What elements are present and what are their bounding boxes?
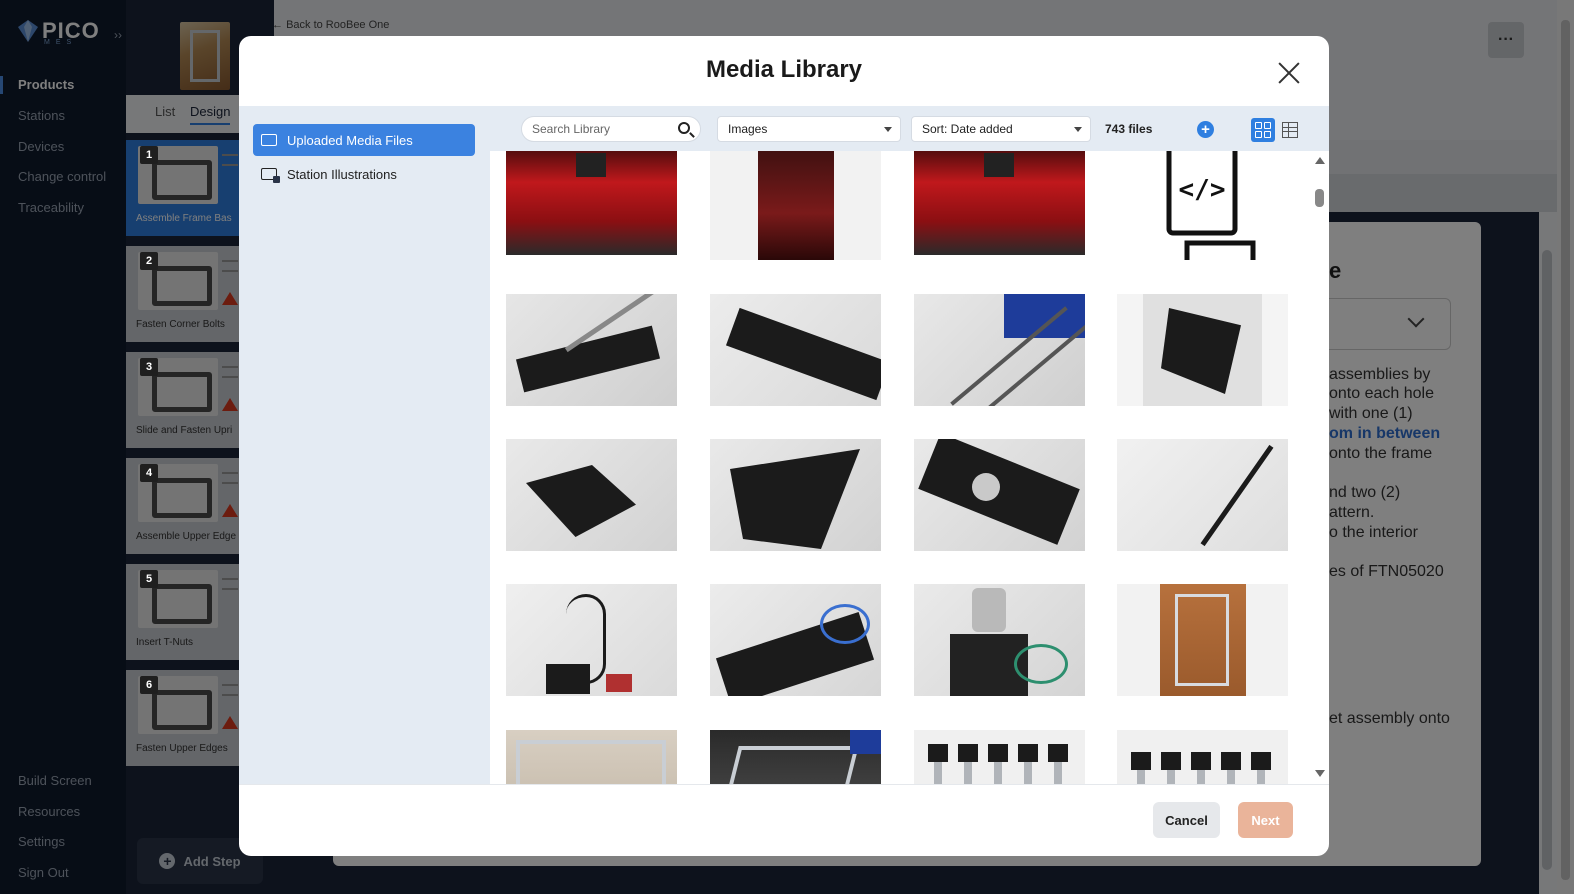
caret-down-icon bbox=[1074, 127, 1082, 132]
folder-image-icon bbox=[261, 168, 280, 183]
scroll-up-icon[interactable] bbox=[1315, 157, 1325, 164]
step-number: 2 bbox=[140, 252, 158, 270]
table-view-icon[interactable] bbox=[1278, 118, 1302, 142]
media-tile[interactable] bbox=[506, 151, 677, 255]
media-tile[interactable] bbox=[1117, 584, 1288, 696]
media-tile[interactable] bbox=[914, 730, 1085, 784]
grid-view-icon[interactable] bbox=[1251, 118, 1275, 142]
media-grid-scrollbar[interactable] bbox=[1313, 153, 1327, 781]
media-tile[interactable] bbox=[710, 584, 881, 696]
media-tile[interactable] bbox=[710, 730, 881, 784]
media-tile[interactable] bbox=[710, 439, 881, 551]
folder-station-illustrations[interactable]: Station Illustrations bbox=[253, 158, 475, 190]
media-tile[interactable] bbox=[1117, 730, 1288, 784]
media-library-modal: Media Library Uploaded Media Files Stati… bbox=[239, 36, 1329, 856]
media-tile[interactable] bbox=[1117, 294, 1288, 406]
footer-divider bbox=[239, 784, 1329, 785]
close-icon[interactable] bbox=[1277, 61, 1301, 85]
media-tile[interactable] bbox=[914, 151, 1085, 255]
media-tile[interactable] bbox=[914, 584, 1085, 696]
search-box bbox=[521, 116, 701, 142]
folder-list: Uploaded Media Files Station Illustratio… bbox=[239, 106, 490, 784]
media-tile[interactable] bbox=[506, 439, 677, 551]
step-number: 4 bbox=[140, 464, 158, 482]
svg-text:</>: </> bbox=[1179, 175, 1226, 205]
media-tile[interactable] bbox=[914, 439, 1085, 551]
media-tile[interactable] bbox=[710, 151, 881, 260]
media-tile[interactable] bbox=[1117, 439, 1288, 551]
code-document-icon: </> bbox=[1166, 151, 1256, 260]
sort-select[interactable]: Sort: Date added bbox=[911, 116, 1091, 142]
folder-icon bbox=[261, 134, 277, 146]
scroll-down-icon[interactable] bbox=[1315, 770, 1325, 777]
modal-title: Media Library bbox=[705, 56, 863, 83]
type-filter-select[interactable]: Images bbox=[717, 116, 901, 142]
cancel-button[interactable]: Cancel bbox=[1153, 802, 1220, 838]
add-file-icon[interactable]: + bbox=[1197, 121, 1214, 138]
step-number: 3 bbox=[140, 358, 158, 376]
next-button[interactable]: Next bbox=[1238, 802, 1293, 838]
caret-down-icon bbox=[884, 127, 892, 132]
media-grid: </> bbox=[490, 151, 1329, 784]
media-tile[interactable] bbox=[506, 584, 677, 696]
media-tile[interactable] bbox=[914, 294, 1085, 406]
media-tile[interactable] bbox=[710, 294, 881, 406]
media-tile[interactable]: </> bbox=[1117, 151, 1288, 260]
step-number: 1 bbox=[140, 146, 158, 164]
step-number: 5 bbox=[140, 570, 158, 588]
scroll-thumb[interactable] bbox=[1315, 189, 1324, 207]
folder-uploaded-media[interactable]: Uploaded Media Files bbox=[253, 124, 475, 156]
media-tile[interactable] bbox=[506, 294, 677, 406]
step-number: 6 bbox=[140, 676, 158, 694]
media-tile[interactable] bbox=[506, 730, 677, 784]
file-count: 743 files bbox=[1105, 122, 1153, 136]
search-icon[interactable] bbox=[678, 122, 690, 134]
search-input[interactable] bbox=[532, 117, 672, 141]
